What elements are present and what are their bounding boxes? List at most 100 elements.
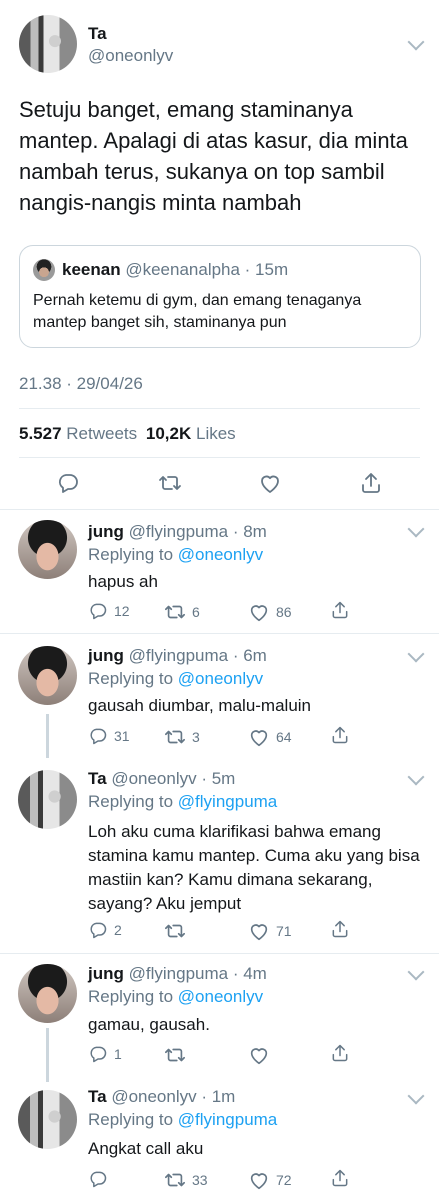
chevron-down-icon[interactable]: [407, 645, 425, 663]
reply-action[interactable]: 2: [88, 920, 122, 940]
reply-text: hapus ah: [88, 572, 158, 591]
author-handle[interactable]: @flyingpuma · 6m: [129, 646, 267, 665]
author-name[interactable]: jung: [88, 522, 124, 541]
share-action[interactable]: [330, 600, 350, 620]
retweet-icon: [164, 601, 186, 623]
like-action[interactable]: [248, 1044, 276, 1066]
author-name[interactable]: Ta: [88, 769, 107, 788]
share-icon: [330, 1168, 350, 1188]
likes-count[interactable]: 10,2K: [146, 424, 191, 443]
retweet-count: 33: [192, 1172, 208, 1188]
retweet-count: 3: [192, 729, 200, 745]
retweet-count: 6: [192, 604, 200, 620]
reply-icon: [88, 601, 108, 621]
like-action[interactable]: 72: [248, 1169, 292, 1191]
replying-to-label: Replying to: [88, 1110, 174, 1129]
retweet-icon: [164, 726, 186, 748]
divider: [19, 457, 420, 458]
like-action[interactable]: 86: [248, 601, 292, 623]
reply-action[interactable]: [88, 1169, 114, 1189]
divider: [19, 408, 420, 409]
avatar[interactable]: [18, 520, 77, 579]
reply-icon: [88, 920, 108, 940]
share-icon: [330, 725, 350, 745]
replying-to-handle[interactable]: @oneonlyv: [178, 545, 263, 564]
like-count: 72: [276, 1172, 292, 1188]
divider: [0, 953, 439, 954]
retweets-label[interactable]: Retweets: [66, 424, 137, 443]
author-handle[interactable]: @flyingpuma · 4m: [129, 964, 267, 983]
like-icon: [248, 1044, 270, 1066]
replying-to-handle[interactable]: @oneonlyv: [178, 987, 263, 1006]
like-action[interactable]: 71: [248, 920, 292, 942]
share-icon: [330, 919, 350, 939]
retweet-action[interactable]: 3: [164, 726, 200, 748]
share-action[interactable]: [330, 725, 350, 745]
avatar[interactable]: [18, 646, 77, 705]
reply-text: gausah diumbar, malu-maluin: [88, 696, 312, 715]
timestamp[interactable]: 21.38 · 29/04/26: [19, 374, 143, 394]
replying-to-handle[interactable]: @oneonlyv: [178, 669, 263, 688]
quote-handle-time: @keenanalpha · 15m: [125, 260, 289, 279]
avatar: [33, 259, 55, 281]
like-count: 64: [276, 729, 292, 745]
avatar[interactable]: [18, 964, 77, 1023]
thread-line: [46, 1028, 49, 1082]
replying-to-handle[interactable]: @flyingpuma: [178, 1110, 277, 1129]
retweet-icon: [164, 1169, 186, 1191]
share-action[interactable]: [330, 1043, 350, 1063]
likes-label[interactable]: Likes: [196, 424, 236, 443]
divider: [0, 633, 439, 634]
like-icon[interactable]: [258, 471, 282, 495]
like-action[interactable]: 64: [248, 726, 292, 748]
retweets-count[interactable]: 5.527: [19, 424, 62, 443]
replying-to-label: Replying to: [88, 669, 174, 688]
retweet-action[interactable]: 6: [164, 601, 200, 623]
chevron-down-icon[interactable]: [407, 33, 425, 51]
chevron-down-icon[interactable]: [407, 963, 425, 981]
chevron-down-icon[interactable]: [407, 768, 425, 786]
reply-text: Loh aku cuma klarifikasi bahwa emang sta…: [88, 822, 420, 913]
share-icon[interactable]: [359, 471, 383, 495]
replying-to-handle[interactable]: @flyingpuma: [178, 792, 277, 811]
share-action[interactable]: [330, 1168, 350, 1188]
reply-icon: [88, 1169, 108, 1189]
reply-action[interactable]: 12: [88, 601, 130, 621]
reply-action[interactable]: 31: [88, 726, 130, 746]
divider: [0, 509, 439, 510]
retweet-icon[interactable]: [158, 471, 182, 495]
avatar[interactable]: [18, 1090, 77, 1149]
reply-count: 2: [114, 922, 122, 938]
chevron-down-icon[interactable]: [407, 520, 425, 538]
chevron-down-icon[interactable]: [407, 1087, 425, 1105]
author-handle[interactable]: @oneonlyv · 1m: [111, 1087, 235, 1106]
reply-action[interactable]: 1: [88, 1044, 122, 1064]
author-handle[interactable]: @oneonlyv: [88, 46, 173, 66]
author-name[interactable]: jung: [88, 964, 124, 983]
reply-icon: [88, 726, 108, 746]
avatar[interactable]: [19, 15, 77, 73]
avatar[interactable]: [18, 770, 77, 829]
quote-author-name: keenan: [62, 260, 121, 279]
tweet-text: Setuju banget, emang staminanya mantep. …: [19, 97, 408, 215]
share-action[interactable]: [330, 919, 350, 939]
retweet-icon: [164, 1044, 186, 1066]
reply-icon: [88, 1044, 108, 1064]
author-name[interactable]: Ta: [88, 24, 107, 44]
reply-count: 1: [114, 1046, 122, 1062]
like-count: 71: [276, 923, 292, 939]
reply-text: gamau, gausah.: [88, 1015, 210, 1034]
quoted-tweet[interactable]: keenan @keenanalpha · 15m Pernah ketemu …: [19, 245, 421, 348]
retweet-action[interactable]: 33: [164, 1169, 208, 1191]
retweet-action[interactable]: [164, 920, 192, 942]
like-count: 86: [276, 604, 292, 620]
like-icon: [248, 726, 270, 748]
author-name[interactable]: jung: [88, 646, 124, 665]
quote-text: Pernah ketemu di gym, dan emang tenagany…: [33, 292, 362, 331]
author-handle[interactable]: @oneonlyv · 5m: [111, 769, 235, 788]
author-handle[interactable]: @flyingpuma · 8m: [129, 522, 267, 541]
replying-to-label: Replying to: [88, 545, 174, 564]
reply-icon[interactable]: [56, 471, 80, 495]
author-name[interactable]: Ta: [88, 1087, 107, 1106]
retweet-action[interactable]: [164, 1044, 192, 1066]
